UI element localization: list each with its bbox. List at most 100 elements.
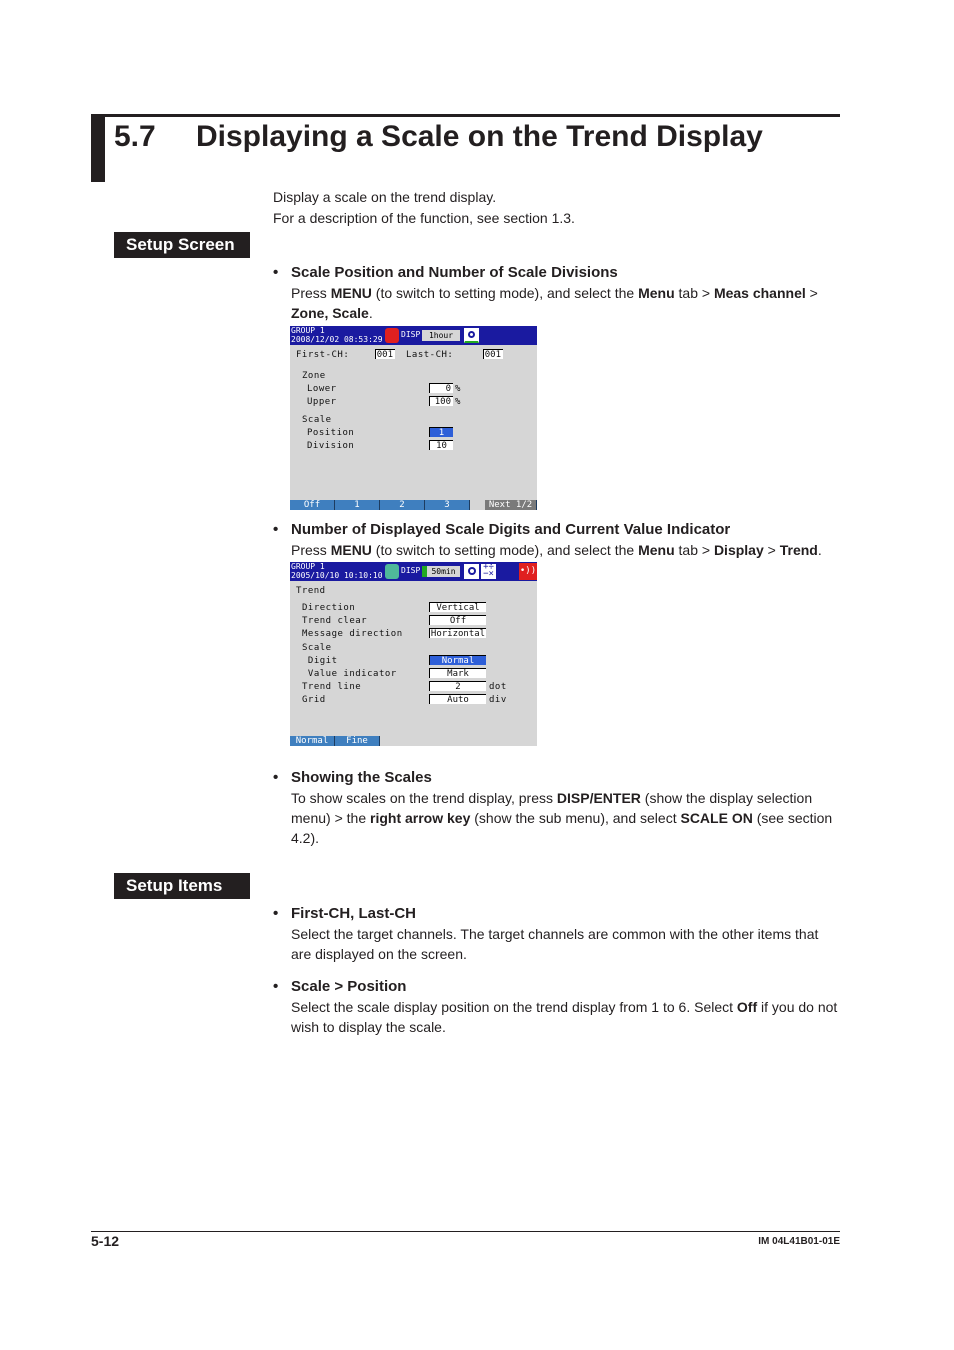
zone-label: Zone [302, 371, 326, 381]
bullet-heading: Scale > Position [273, 977, 839, 997]
intro-line: Display a scale on the trend display. [273, 189, 497, 205]
key-disp-enter: DISP/ENTER [556, 790, 641, 806]
bullet-showing-scales: Showing the Scales To show scales on the… [273, 768, 839, 848]
key-right-arrow: right arrow key [370, 810, 471, 826]
bullet-heading: First-CH, Last-CH [273, 904, 839, 924]
softkey-2[interactable]: 2 [380, 500, 425, 510]
division-label: Division [307, 441, 355, 451]
percent-label: % [455, 397, 461, 407]
direction-field[interactable]: Vertical [429, 602, 486, 613]
text: . [817, 542, 822, 558]
disp-label: DISP [401, 330, 421, 339]
softkey-1[interactable]: 1 [335, 500, 380, 510]
lower-label: Lower [307, 384, 337, 394]
path-zone-scale: Zone, Scale [291, 305, 369, 321]
recorder-icon [385, 328, 399, 343]
softkey-fine[interactable]: Fine [335, 736, 380, 746]
message-direction-field[interactable]: Horizontal [429, 628, 486, 639]
time-div: 50min [422, 566, 460, 577]
text: > [763, 542, 780, 558]
group-name: GROUP 1 [291, 326, 325, 335]
key-menu: MENU [330, 542, 372, 558]
intro-line: For a description of the function, see s… [273, 210, 575, 226]
screen-status: GROUP 1 2008/12/02 08:53:29 [291, 326, 383, 344]
bullet-scale-position: Scale Position and Number of Scale Divis… [273, 263, 839, 323]
trend-line-unit: dot [489, 682, 507, 692]
last-ch-field[interactable]: 001 [483, 349, 503, 360]
direction-label: Direction [302, 603, 356, 613]
recorder-icon [385, 564, 399, 579]
first-ch-label: First-CH: [296, 350, 350, 360]
title-side-bar [91, 114, 105, 182]
softkey-3[interactable]: 3 [425, 500, 470, 510]
bullet-text: Select the target channels. The target c… [291, 926, 819, 962]
value-indicator-field[interactable]: Mark [429, 668, 486, 679]
text: (to switch to setting mode), and select … [371, 542, 639, 558]
disp-label: DISP [401, 566, 421, 575]
bullet-scale-position-item: Scale > Position Select the scale displa… [273, 977, 839, 1037]
trend-line-field[interactable]: 2 [429, 681, 486, 692]
value-indicator-label: Value indicator [302, 669, 397, 679]
percent-label: % [455, 384, 461, 394]
path-meas-channel: Meas channel [713, 285, 806, 301]
bullet-text: Press MENU (to switch to setting mode), … [291, 283, 839, 323]
upper-label: Upper [307, 397, 337, 407]
text: tab > [674, 542, 714, 558]
grid-label: Grid [302, 695, 326, 705]
page-title: 5.7 Displaying a Scale on the Trend Displ… [114, 120, 763, 154]
grid-field[interactable]: Auto [429, 694, 486, 705]
screen-header: GROUP 1 2008/12/02 08:53:29 DISP 1hour [290, 326, 537, 345]
grid-unit: div [489, 695, 507, 705]
bullet-heading: Showing the Scales [273, 768, 839, 788]
trend-clear-label: Trend clear [302, 616, 368, 626]
bullet-text: To show scales on the trend display, pre… [291, 788, 839, 848]
upper-field[interactable]: 100 [429, 396, 453, 407]
text: To show scales on the trend display, pre… [291, 790, 557, 806]
section-title: Displaying a Scale on the Trend Display [196, 120, 763, 153]
key-menu: MENU [330, 285, 372, 301]
datetime: 2005/10/10 10:10:10 [291, 571, 383, 580]
text: Press [291, 542, 331, 558]
screen-header: GROUP 1 2005/10/10 10:10:10 DISP 50min +… [290, 562, 537, 581]
text: . [368, 305, 373, 321]
alarm-icon: •)) [519, 563, 537, 580]
bullet-text: Select the scale display position on the… [291, 997, 839, 1037]
tab-menu: Menu [638, 285, 675, 301]
bullet-heading: Scale Position and Number of Scale Divis… [273, 263, 839, 283]
tab-menu: Menu [638, 542, 675, 558]
trend-clear-field[interactable]: Off [429, 615, 486, 626]
position-label: Position [307, 428, 355, 438]
datetime: 2008/12/02 08:53:29 [291, 335, 383, 344]
time-div: 1hour [422, 330, 460, 341]
bullet-text: Press MENU (to switch to setting mode), … [291, 540, 839, 560]
position-field[interactable]: 1 [429, 427, 453, 438]
first-ch-field[interactable]: 001 [375, 349, 395, 360]
screen-zone-scale: GROUP 1 2008/12/02 08:53:29 DISP 1hour F… [290, 326, 537, 510]
last-ch-label: Last-CH: [406, 350, 454, 360]
text: (to switch to setting mode), and select … [371, 285, 639, 301]
digit-field[interactable]: Normal [429, 655, 486, 666]
bullet-scale-digits: Number of Displayed Scale Digits and Cur… [273, 520, 839, 560]
scale-label: Scale [302, 643, 332, 653]
text: > [805, 285, 818, 301]
option-off: Off [736, 999, 758, 1015]
screen-trend: GROUP 1 2005/10/10 10:10:10 DISP 50min +… [290, 562, 537, 746]
softkey-off[interactable]: Off [290, 500, 335, 510]
softkey-next[interactable]: Next 1/2 [485, 500, 537, 510]
text: Select the scale display position on the… [291, 999, 737, 1015]
path-display: Display [713, 542, 764, 558]
memory-icon [464, 328, 479, 343]
setup-screen-tag: Setup Screen [114, 232, 250, 258]
bullet-heading: Number of Displayed Scale Digits and Cur… [273, 520, 839, 540]
division-field[interactable]: 10 [429, 440, 453, 451]
digit-label: Digit [302, 656, 338, 666]
section-number: 5.7 [114, 120, 156, 153]
footer-rule [91, 1231, 840, 1232]
trend-label: Trend [296, 586, 326, 596]
text: tab > [674, 285, 714, 301]
intro: Display a scale on the trend display. Fo… [273, 187, 575, 228]
math-icon: +÷ −× [481, 563, 496, 579]
softkey-normal[interactable]: Normal [290, 736, 335, 746]
lower-field[interactable]: 0 [429, 383, 453, 394]
bullet-first-last-ch: First-CH, Last-CH Select the target chan… [273, 904, 839, 964]
